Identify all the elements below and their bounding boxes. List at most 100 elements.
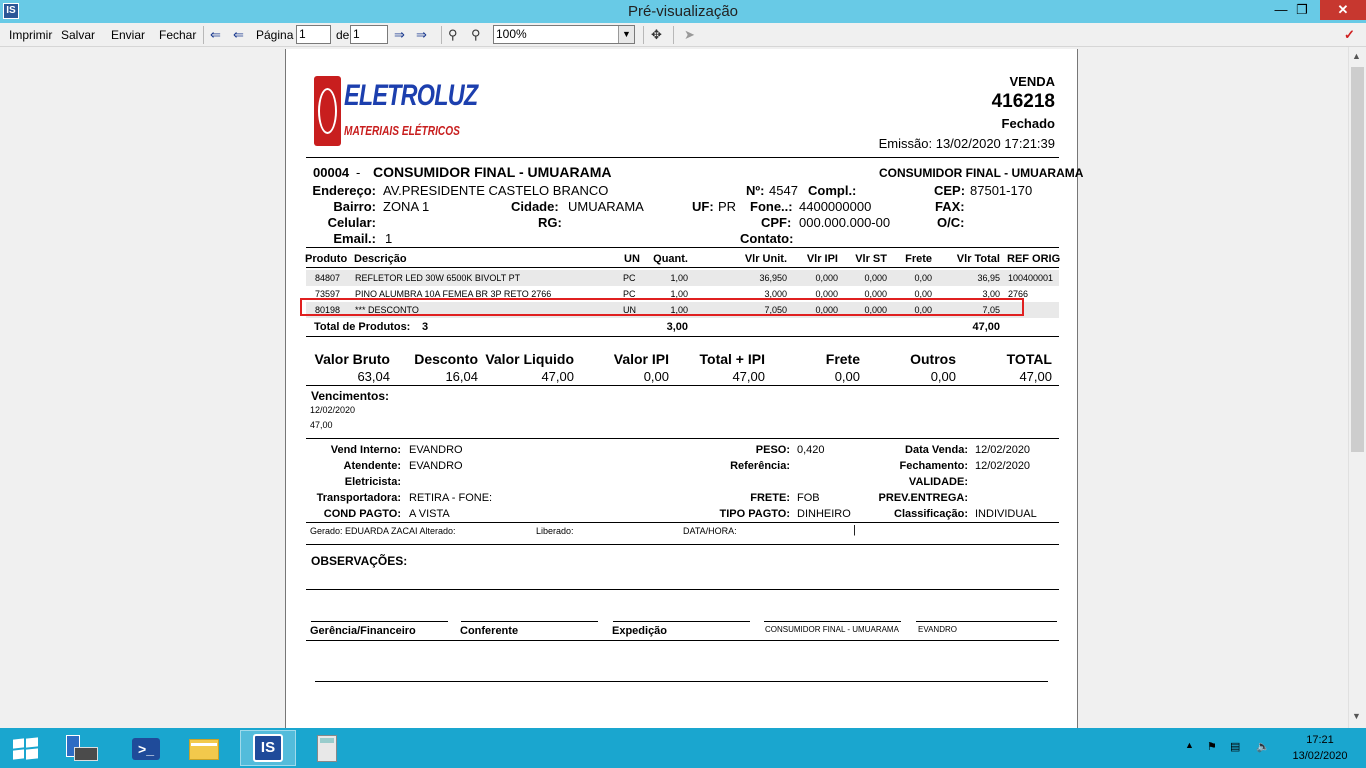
peso-value: 0,420 <box>797 444 825 456</box>
oc-label: O/C: <box>937 215 965 230</box>
divider <box>306 385 1059 386</box>
close-preview-button[interactable]: Fechar <box>159 28 196 42</box>
cep-label: CEP: <box>934 183 966 198</box>
prev-entrega-label: PREV.ENTREGA: <box>878 492 968 504</box>
customer-name: CONSUMIDOR FINAL - UMUARAMA <box>373 164 612 180</box>
vertical-scrollbar[interactable]: ▲ ▼ <box>1348 47 1366 728</box>
signature-conferente: Conferente <box>460 625 519 637</box>
zoom-out-icon[interactable]: ⚲ <box>448 27 458 43</box>
first-page-icon[interactable]: ⇐ <box>210 27 221 43</box>
cell-frete: 0,00 <box>914 273 932 283</box>
network-icon[interactable]: ▤ <box>1230 740 1240 753</box>
summary-value-6: 0,00 <box>930 369 956 384</box>
divider <box>306 522 1059 523</box>
send-button[interactable]: Enviar <box>111 28 145 42</box>
col-vlr-unit: Vlr Unit. <box>744 253 787 265</box>
cell-quant: 1,00 <box>670 273 688 283</box>
cep-value: 87501-170 <box>970 183 1033 198</box>
datahora-label: DATA/HORA: <box>683 526 737 536</box>
signature-line <box>461 621 598 622</box>
atendente-label: Atendente: <box>343 460 401 472</box>
cell-un: PC <box>623 273 636 283</box>
divider <box>306 247 1059 248</box>
clock-date: 13/02/2020 <box>1292 750 1348 762</box>
start-button[interactable] <box>0 730 50 766</box>
uf-value: PR <box>718 199 737 214</box>
tray-expand-icon[interactable]: ▲ <box>1185 740 1194 750</box>
toolbar-separator <box>203 26 204 44</box>
col-vlr-st: Vlr ST <box>855 253 887 265</box>
tipo-pagto-value: DINHEIRO <box>797 508 851 520</box>
total-products-quant: 3,00 <box>666 321 688 333</box>
report-page: ELETROLUZ MATERIAIS ELÉTRICOS VENDA 4162… <box>285 49 1083 728</box>
compl-label: Compl.: <box>808 183 857 198</box>
frete-label: FRETE: <box>750 492 790 504</box>
col-produto: Produto <box>305 253 348 265</box>
summary-value-0: 63,04 <box>357 369 390 384</box>
eletricista-label: Eletricista: <box>344 476 401 488</box>
server-manager-icon[interactable] <box>54 730 110 766</box>
number-value: 4547 <box>769 183 798 198</box>
signature-line <box>764 621 901 622</box>
cell-ipi: 0,000 <box>815 273 838 283</box>
pan-tool-icon[interactable]: ✥ <box>651 27 662 43</box>
email-value: 1 <box>385 231 393 246</box>
maximize-button[interactable]: ❐ <box>1288 0 1316 20</box>
last-page-icon[interactable]: ⇒ <box>416 27 427 43</box>
scroll-down-icon[interactable]: ▼ <box>1352 711 1361 721</box>
previous-page-icon[interactable]: ⇐ <box>233 27 244 43</box>
cidade-label: Cidade: <box>511 199 559 214</box>
close-button[interactable]: ✕ <box>1320 0 1366 20</box>
signature-line <box>916 621 1057 622</box>
zoom-select[interactable]: 100% ▼ <box>493 25 635 44</box>
summary-header-3: Valor IPI <box>613 351 669 367</box>
next-page-icon[interactable]: ⇒ <box>394 27 405 43</box>
page-input[interactable]: 1 <box>296 25 331 44</box>
vend-value: EVANDRO <box>409 444 463 456</box>
chevron-down-icon[interactable]: ▼ <box>618 26 634 43</box>
bairro-value: ZONA 1 <box>383 199 430 214</box>
fone-value: 4400000000 <box>799 199 872 214</box>
signature-line <box>311 621 448 622</box>
cell-unit: 36,950 <box>759 273 787 283</box>
emission-date: Emissão: 13/02/2020 17:21:39 <box>878 136 1055 151</box>
frete-value: FOB <box>797 492 820 504</box>
scroll-up-icon[interactable]: ▲ <box>1352 51 1361 61</box>
validade-label: VALIDADE: <box>908 476 968 488</box>
atendente-value: EVANDRO <box>409 460 463 472</box>
is-app-icon[interactable]: IS <box>240 730 296 766</box>
cell-ref: 100400001 <box>1008 273 1054 283</box>
doc-status: Fechado <box>1001 116 1055 131</box>
address-label: Endereço: <box>312 183 376 198</box>
powershell-icon[interactable]: >_ <box>118 730 174 766</box>
signature-seller: EVANDRO <box>918 625 957 634</box>
pointer-icon[interactable]: ➤ <box>684 27 695 43</box>
cell-produto: 84807 <box>315 273 341 283</box>
calculator-icon[interactable] <box>298 730 354 766</box>
file-explorer-icon[interactable] <box>176 730 232 766</box>
signature-expedicao: Expedição <box>612 625 668 637</box>
save-button[interactable]: Salvar <box>61 28 95 42</box>
vencimento-value: 47,00 <box>310 420 333 430</box>
summary-value-3: 0,00 <box>643 369 669 384</box>
highlight-box <box>300 298 1024 316</box>
print-button[interactable]: Imprimir <box>9 28 52 42</box>
summary-value-2: 47,00 <box>541 369 574 384</box>
summary-header-0: Valor Bruto <box>314 351 390 367</box>
summary-value-4: 47,00 <box>732 369 765 384</box>
customer-code: 00004 <box>313 165 350 180</box>
clock[interactable]: 17:21 13/02/2020 <box>1290 732 1350 764</box>
zoom-in-icon[interactable]: ⚲ <box>471 27 481 43</box>
flag-icon[interactable]: ⚑ <box>1207 740 1217 753</box>
vencimento-date: 12/02/2020 <box>310 405 356 415</box>
of-label: de <box>336 28 350 42</box>
window-title: Pré-visualização <box>627 3 739 20</box>
volume-muted-icon[interactable]: 🔈 <box>1256 740 1270 753</box>
scroll-thumb[interactable] <box>1351 67 1364 452</box>
rg-label: RG: <box>538 215 562 230</box>
total-products-value: 47,00 <box>972 321 1000 333</box>
cell-total: 36,95 <box>977 273 1000 283</box>
signature-line <box>613 621 750 622</box>
fone-label: Fone..: <box>750 199 793 214</box>
fechamento-label: Fechamento: <box>899 460 968 472</box>
